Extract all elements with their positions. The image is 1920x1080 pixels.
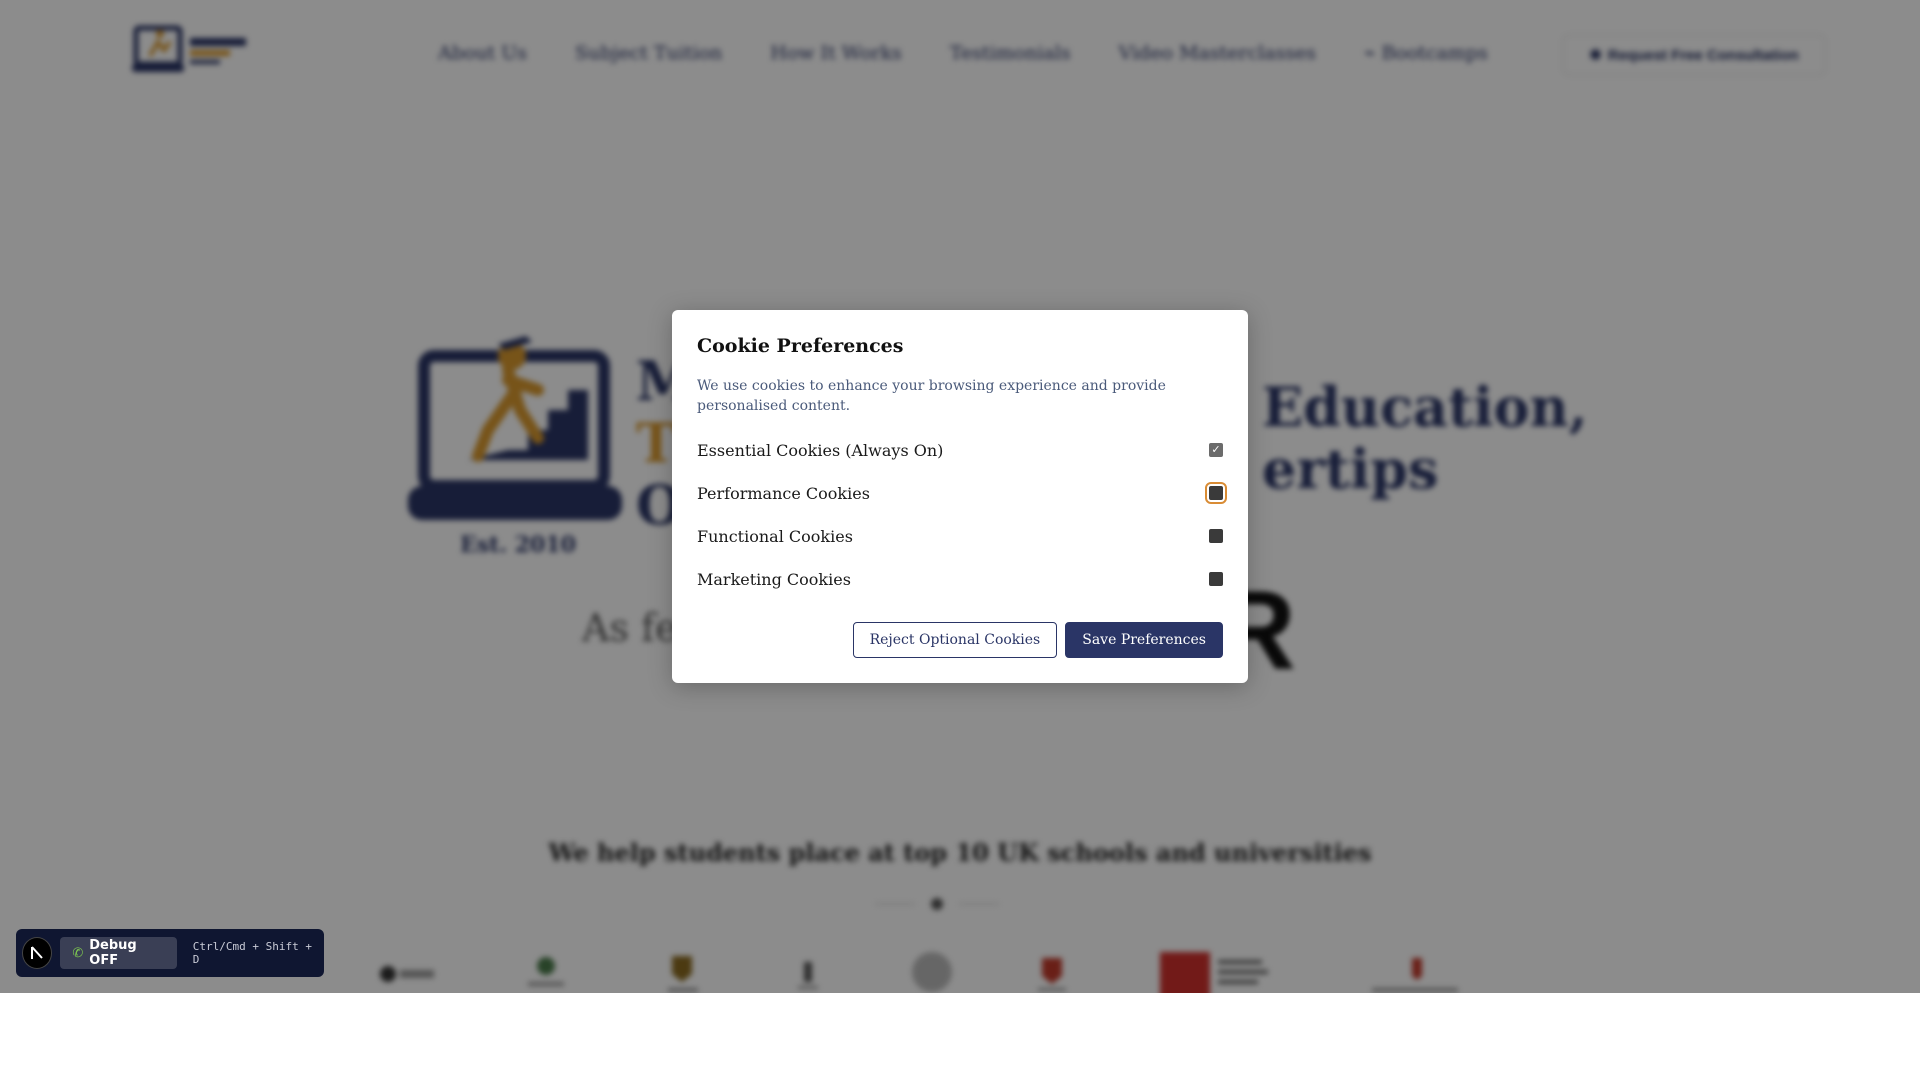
cookie-option-label: Performance Cookies <box>697 483 870 503</box>
debug-toggle-label: Debug OFF <box>89 938 137 968</box>
check-icon: ✓ <box>1211 443 1221 456</box>
cursor-icon <box>31 946 43 959</box>
debug-shortcut-hint: Ctrl/Cmd + Shift + D <box>192 940 312 966</box>
performance-cookies-checkbox[interactable] <box>1205 482 1227 504</box>
debug-widget: ✆ Debug OFF Ctrl/Cmd + Shift + D <box>16 929 324 977</box>
reject-optional-cookies-button[interactable]: Reject Optional Cookies <box>852 622 1058 658</box>
cookie-dialog-title: Cookie Preferences <box>697 335 904 357</box>
cookie-option-marketing: Marketing Cookies <box>697 567 1223 591</box>
cookie-dialog-actions: Reject Optional Cookies Save Preferences <box>852 622 1223 658</box>
cookie-option-functional: Functional Cookies <box>697 524 1223 548</box>
cookie-option-performance: Performance Cookies <box>697 481 1227 505</box>
cookie-option-label: Essential Cookies (Always On) <box>697 440 944 460</box>
cookie-preferences-dialog: Cookie Preferences We use cookies to enh… <box>672 310 1248 683</box>
phone-icon: ✆ <box>72 945 84 961</box>
debug-logo-button[interactable] <box>22 937 53 969</box>
browser-viewport: About Us Subject Tuition How It Works Te… <box>0 0 1920 993</box>
debug-toggle-button[interactable]: ✆ Debug OFF <box>60 937 177 969</box>
cookie-dialog-description: We use cookies to enhance your browsing … <box>697 378 1166 414</box>
essential-cookies-checkbox: ✓ <box>1209 443 1223 457</box>
cookie-option-label: Functional Cookies <box>697 526 853 546</box>
cookie-option-essential: Essential Cookies (Always On) ✓ <box>697 438 1223 462</box>
cookie-option-label: Marketing Cookies <box>697 569 851 589</box>
functional-cookies-checkbox[interactable] <box>1209 529 1223 543</box>
marketing-cookies-checkbox[interactable] <box>1209 572 1223 586</box>
save-preferences-button[interactable]: Save Preferences <box>1065 622 1223 658</box>
